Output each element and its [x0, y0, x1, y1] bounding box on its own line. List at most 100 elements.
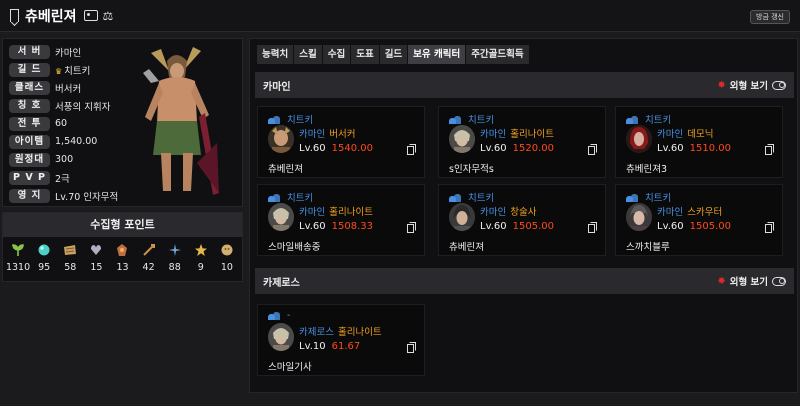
character-card[interactable]: 치트키 카마인 스카우터 Lv.60 1505.00 스까치블루: [615, 184, 783, 256]
tab-collection[interactable]: 수집: [322, 45, 351, 64]
voyage-icon: [142, 244, 155, 256]
info-value: Lv.70 인자무적: [55, 191, 119, 203]
giant-heart-icon: [91, 245, 102, 255]
card-character-name: 츄베린져3: [626, 164, 668, 175]
collection-item[interactable]: 58: [58, 243, 82, 273]
collection-item[interactable]: 42: [137, 243, 161, 273]
collection-item[interactable]: 1310: [6, 243, 30, 273]
characters-panel: 능력치 스킬 수집 도표 길드 보유 캐릭터 주간골드획득 카마인 ✸ 외형 보…: [249, 38, 798, 393]
card-server: 카마인: [480, 207, 507, 218]
card-item-level: 61.67: [331, 341, 361, 352]
info-value: 2극: [55, 173, 70, 185]
collection-item[interactable]: 88: [163, 243, 187, 273]
info-label: 클래스: [9, 80, 50, 95]
card-guild-name: 치트키: [645, 115, 672, 126]
card-guild-name: 치트키: [287, 115, 314, 126]
appearance-view-toggle[interactable]: ✸ 외형 보기: [717, 78, 786, 92]
tab-stats[interactable]: 능력치: [257, 45, 294, 64]
collection-item[interactable]: 9: [189, 243, 213, 273]
info-label: 칭 호: [9, 98, 50, 113]
info-label: 서 버: [9, 44, 50, 59]
copy-icon[interactable]: [407, 342, 416, 353]
red-star-icon: ✸: [717, 79, 726, 91]
info-row-title: 칭 호 서풍의 지휘자: [9, 98, 110, 113]
card-character-name: 스마일배송중: [268, 242, 321, 253]
card-server: 카마인: [657, 129, 684, 140]
character-card[interactable]: 치트키 카마인 홀리나이트 Lv.60 1520.00 s인자무적s: [438, 106, 606, 178]
copy-icon[interactable]: [407, 144, 416, 155]
server-header: 카마인 ✸ 외형 보기: [255, 72, 794, 98]
card-server: 카마인: [480, 129, 507, 140]
character-card[interactable]: 치트키 카마인 데모닉 Lv.60 1510.00 츄베린져3: [615, 106, 783, 178]
collection-list: 1310 95 58 15 13 42 88 9 10: [3, 237, 242, 273]
card-guild-name: 치트키: [468, 115, 495, 126]
info-value: 카마인: [55, 47, 82, 59]
card-guild-name: -: [287, 310, 291, 321]
appearance-view-toggle[interactable]: ✸ 외형 보기: [717, 274, 786, 288]
avatar: [268, 323, 294, 351]
card-level: Lv.60: [657, 143, 684, 154]
copy-icon[interactable]: [765, 222, 774, 233]
tab-owned-characters[interactable]: 보유 캐릭터: [408, 45, 466, 64]
card-item-level: 1508.33: [331, 221, 373, 232]
card-character-name: 츄베린져: [268, 164, 303, 175]
tab-guild[interactable]: 길드: [379, 45, 408, 64]
character-card[interactable]: 치트키 카마인 홀리나이트 Lv.60 1508.33 스마일배송중: [257, 184, 425, 256]
island-heart-icon: [38, 244, 50, 256]
copy-icon[interactable]: [407, 222, 416, 233]
card-class: 홀리나이트: [329, 207, 373, 218]
info-value: 버서커: [55, 83, 82, 95]
character-card[interactable]: 치트키 카마인 버서커 Lv.60 1540.00 츄베린져: [257, 106, 425, 178]
copy-icon[interactable]: [588, 144, 597, 155]
character-card[interactable]: 치트키 카마인 창술사 Lv.60 1505.00 츄베린져: [438, 184, 606, 256]
copy-icon[interactable]: [588, 222, 597, 233]
card-character-name: 스마일기사: [268, 362, 312, 373]
collection-item[interactable]: 95: [32, 243, 56, 273]
card-level: Lv.60: [299, 143, 326, 154]
collection-item[interactable]: 13: [110, 243, 134, 273]
tab-skills[interactable]: 스킬: [294, 45, 322, 64]
info-label: 영 지: [9, 188, 50, 203]
collection-title: 수집형 포인트: [3, 213, 242, 237]
appearance-view-label: 외형 보기: [729, 277, 768, 288]
card-character-name: 스까치블루: [626, 242, 670, 253]
card-class: 홀리나이트: [510, 129, 554, 140]
scale-icon[interactable]: ⚖: [103, 9, 114, 23]
character-name-title: 츄베린져: [25, 8, 77, 25]
card-item-level: 1520.00: [512, 143, 554, 154]
card-level: Lv.60: [657, 221, 684, 232]
info-value: 1,540.00: [55, 136, 98, 147]
avatar: [268, 125, 294, 153]
toggle-icon[interactable]: [772, 276, 786, 286]
card-class: 버서커: [329, 129, 356, 140]
id-card-icon[interactable]: [83, 10, 98, 21]
card-item-level: 1540.00: [331, 143, 373, 154]
info-row-pvp: P V P 2극: [9, 170, 70, 185]
guild-members-icon: [268, 311, 281, 320]
info-row-estate: 영 지 Lv.70 인자무적: [9, 188, 118, 203]
toggle-icon[interactable]: [772, 80, 786, 90]
info-row-combat: 전 투 60: [9, 116, 67, 131]
tab-bar: 능력치 스킬 수집 도표 길드 보유 캐릭터 주간골드획득: [257, 45, 530, 64]
card-class: 창술사: [510, 207, 537, 218]
refresh-button[interactable]: 방금 갱신: [750, 10, 790, 24]
info-row-class: 클래스 버서커: [9, 80, 81, 95]
info-row-guild: 길 드 ♛ 치트키: [9, 62, 90, 77]
character-card[interactable]: - 카제로스 홀리나이트 Lv.10 61.67 스마일기사: [257, 304, 425, 376]
copy-icon[interactable]: [765, 144, 774, 155]
card-item-level: 1505.00: [512, 221, 554, 232]
worldtree-leaf-icon: [168, 244, 181, 256]
tab-chart[interactable]: 도표: [351, 45, 379, 64]
card-server: 카마인: [299, 207, 326, 218]
card-level: Lv.60: [299, 221, 326, 232]
card-character-name: 츄베린져: [449, 242, 484, 253]
collection-item[interactable]: 15: [84, 243, 108, 273]
collection-item[interactable]: 10: [215, 243, 239, 273]
tab-weekly-gold[interactable]: 주간골드획득: [466, 45, 529, 64]
bookmark-icon[interactable]: [10, 9, 19, 22]
collection-points-panel: 수집형 포인트 1310 95 58 15 13 42 88 9 10: [2, 212, 243, 282]
card-item-level: 1505.00: [689, 221, 731, 232]
info-value: 60: [55, 118, 68, 129]
guild-members-icon: [268, 193, 281, 202]
info-value: 서풍의 지휘자: [55, 101, 111, 113]
